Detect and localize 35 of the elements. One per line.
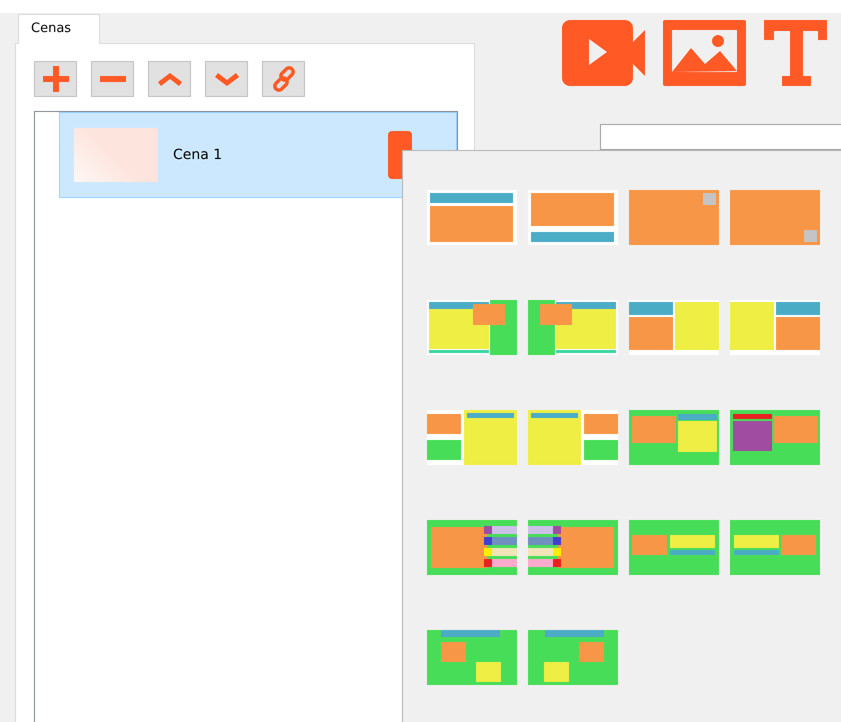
layout-thumbnail[interactable] [730,410,820,465]
layout-thumbnail[interactable] [528,520,618,575]
layout-thumbnail[interactable] [730,520,820,575]
layout-thumbnail[interactable] [629,410,719,465]
scene-label: Cena 1 [173,147,222,163]
layout-thumbnail[interactable] [427,190,517,245]
layout-thumbnail[interactable] [528,300,618,355]
layout-thumbnail[interactable] [629,300,719,355]
scene-item[interactable]: Cena 1 [59,112,457,198]
layout-thumbnail[interactable] [528,630,618,685]
layout-thumbnail[interactable] [629,520,719,575]
layout-thumbnail[interactable] [528,190,618,245]
text-icon[interactable] [764,20,827,86]
add-button[interactable] [34,61,77,97]
layout-thumbnail[interactable] [730,190,820,245]
link-button[interactable] [262,61,305,97]
chevron-down-icon [214,72,238,86]
layout-thumbnail[interactable] [427,630,517,685]
plus-icon [42,66,68,92]
move-up-button[interactable] [148,61,191,97]
layout-thumbnail[interactable] [629,190,719,245]
video-camera-icon[interactable] [562,20,645,86]
layout-thumbnail[interactable] [528,410,618,465]
image-icon[interactable] [663,20,746,86]
minus-icon [100,76,126,82]
layout-thumbnail[interactable] [730,300,820,355]
layout-thumbnail[interactable] [427,520,517,575]
tab[interactable]: Cenas [18,14,100,44]
move-down-button[interactable] [205,61,248,97]
chevron-up-icon [158,72,182,86]
link-icon [270,66,296,92]
layout-thumbnail[interactable] [427,410,517,465]
layout-thumbnail[interactable] [427,300,517,355]
input-field[interactable] [600,124,841,150]
remove-button[interactable] [91,61,134,97]
